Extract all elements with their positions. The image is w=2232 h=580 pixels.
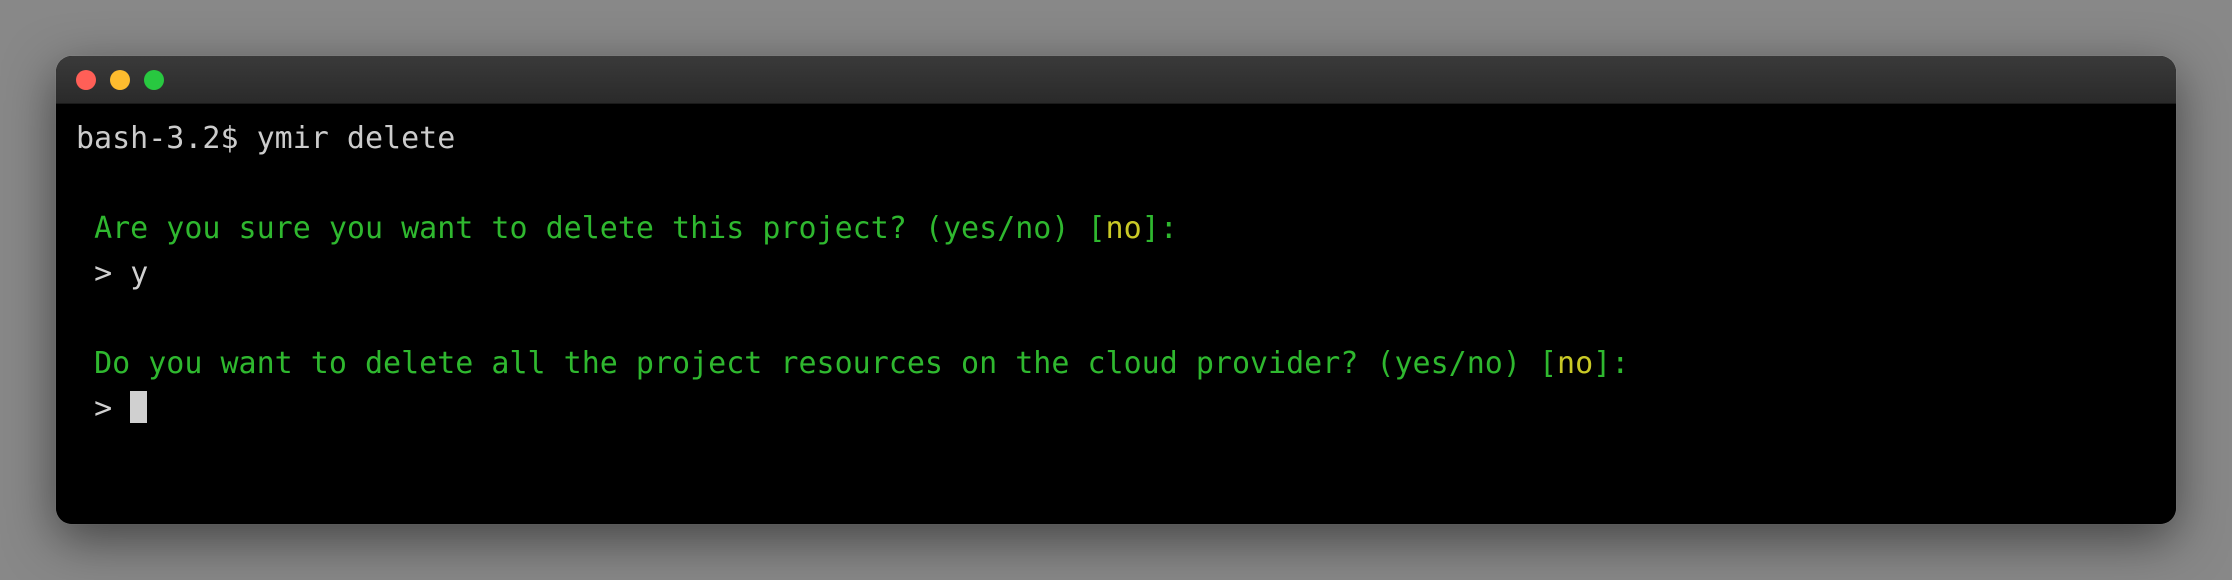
bracket-open-2: [ bbox=[1539, 346, 1557, 381]
maximize-icon[interactable] bbox=[144, 70, 164, 90]
bracket-close: ] bbox=[1142, 211, 1160, 246]
shell-command: ymir delete bbox=[257, 121, 456, 156]
blank-line bbox=[76, 161, 2156, 206]
question-line-1: Are you sure you want to delete this pro… bbox=[76, 206, 2156, 251]
blank-line bbox=[76, 296, 2156, 341]
close-icon[interactable] bbox=[76, 70, 96, 90]
input-marker-1: > bbox=[94, 256, 130, 291]
default-value-2: no bbox=[1557, 346, 1593, 381]
input-line-2: > bbox=[76, 386, 2156, 431]
input-marker-2: > bbox=[94, 391, 130, 426]
cursor-icon bbox=[130, 391, 147, 423]
traffic-lights bbox=[76, 70, 164, 90]
terminal-window: bash-3.2$ ymir delete Are you sure you w… bbox=[56, 56, 2176, 524]
colon-2: : bbox=[1611, 346, 1629, 381]
input-line-1: > y bbox=[76, 251, 2156, 296]
terminal-body[interactable]: bash-3.2$ ymir delete Are you sure you w… bbox=[56, 104, 2176, 524]
colon: : bbox=[1160, 211, 1178, 246]
shell-prompt: bash-3.2$ bbox=[76, 121, 257, 156]
minimize-icon[interactable] bbox=[110, 70, 130, 90]
bracket-open: [ bbox=[1087, 211, 1105, 246]
question-1-text: Are you sure you want to delete this pro… bbox=[94, 211, 1087, 246]
question-line-2: Do you want to delete all the project re… bbox=[76, 341, 2156, 386]
input-value-1: y bbox=[130, 256, 148, 291]
default-value-1: no bbox=[1106, 211, 1142, 246]
titlebar bbox=[56, 56, 2176, 104]
question-2-text: Do you want to delete all the project re… bbox=[94, 346, 1539, 381]
bracket-close-2: ] bbox=[1593, 346, 1611, 381]
command-line: bash-3.2$ ymir delete bbox=[76, 116, 2156, 161]
